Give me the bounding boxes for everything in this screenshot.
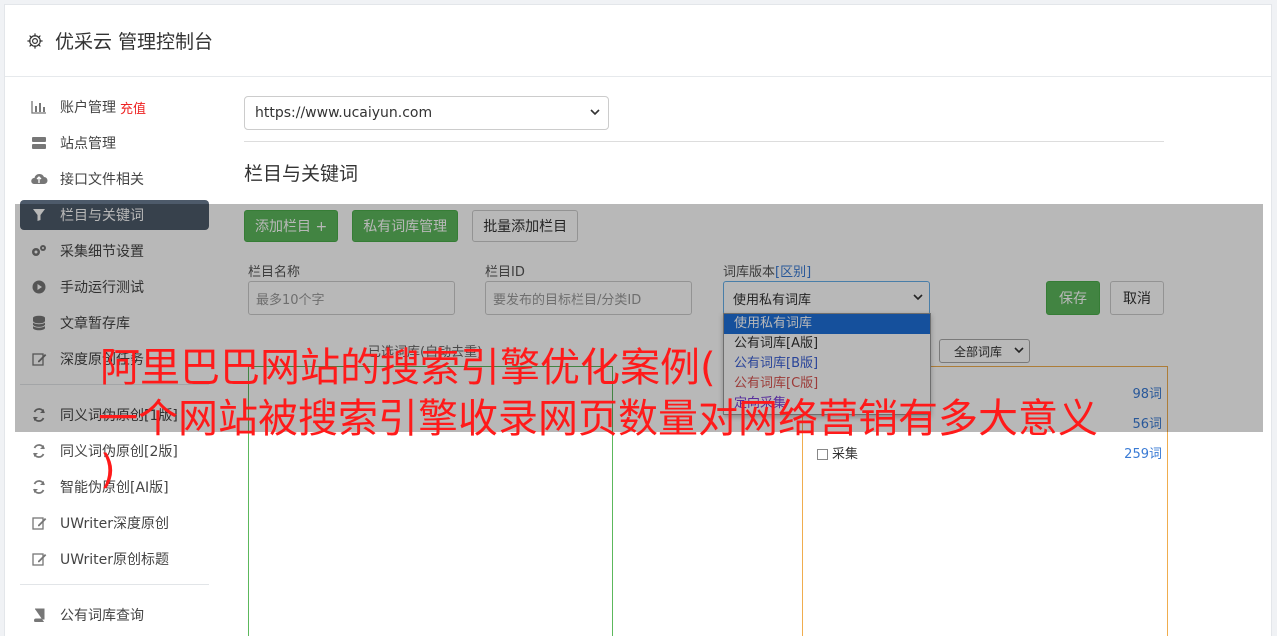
edit-icon — [30, 551, 48, 567]
sidebar-item-label: 接口文件相关 — [60, 172, 144, 188]
server-icon — [30, 135, 48, 151]
headline-line: ) — [100, 447, 116, 493]
cloud-upload-icon — [30, 171, 48, 187]
sidebar-item-public-lib-query[interactable]: 公有词库查询 — [20, 600, 209, 630]
headline-line: 一个网站被搜索引擎收录网页数量对网络营销有多大意义 — [98, 396, 1098, 442]
gear-icon — [25, 31, 45, 51]
sidebar-item-label: UWriter原创标题 — [60, 552, 169, 568]
header: 优采云 管理控制台 — [5, 5, 1271, 77]
sidebar-item-interface[interactable]: 接口文件相关 — [20, 164, 209, 194]
site-select-value: https://www.ucaiyun.com — [255, 105, 433, 121]
sidebar-item-label: 账户管理 — [60, 100, 116, 116]
main-content: https://www.ucaiyun.com 栏目与关键词 添加栏目 + 私有… — [244, 96, 1168, 636]
edit-icon — [30, 515, 48, 531]
bar-chart-icon — [30, 99, 48, 115]
recharge-link[interactable]: 充值 — [120, 98, 146, 117]
section-title: 栏目与关键词 — [244, 163, 359, 185]
refresh-icon — [30, 479, 48, 495]
sidebar-item-sites[interactable]: 站点管理 — [20, 128, 209, 158]
sidebar-item-uwriter-deep[interactable]: UWriter深度原创 — [20, 508, 209, 538]
sidebar-item-label: 站点管理 — [60, 136, 116, 152]
page-title: 优采云 管理控制台 — [55, 31, 214, 53]
refresh-icon — [30, 443, 48, 459]
sidebar-item-label: UWriter深度原创 — [60, 516, 169, 532]
divider — [244, 141, 1164, 142]
site-select[interactable]: https://www.ucaiyun.com — [244, 96, 609, 130]
sidebar-item-label: 公有词库查询 — [60, 608, 144, 624]
headline-line: 阿里巴巴网站的搜索引擎优化案例( — [100, 345, 716, 391]
sidebar-item-account[interactable]: 账户管理 充值 — [20, 92, 209, 122]
sidebar-item-uwriter-title[interactable]: UWriter原创标题 — [20, 544, 209, 574]
chevron-down-icon — [590, 109, 600, 116]
book-icon — [30, 607, 48, 623]
headline-overlay-text: 阿里巴巴网站的搜索引擎优化案例( 一个网站被搜索引擎收录网页数量对网络营销有多大… — [98, 343, 1200, 496]
sidebar-divider — [20, 584, 209, 585]
